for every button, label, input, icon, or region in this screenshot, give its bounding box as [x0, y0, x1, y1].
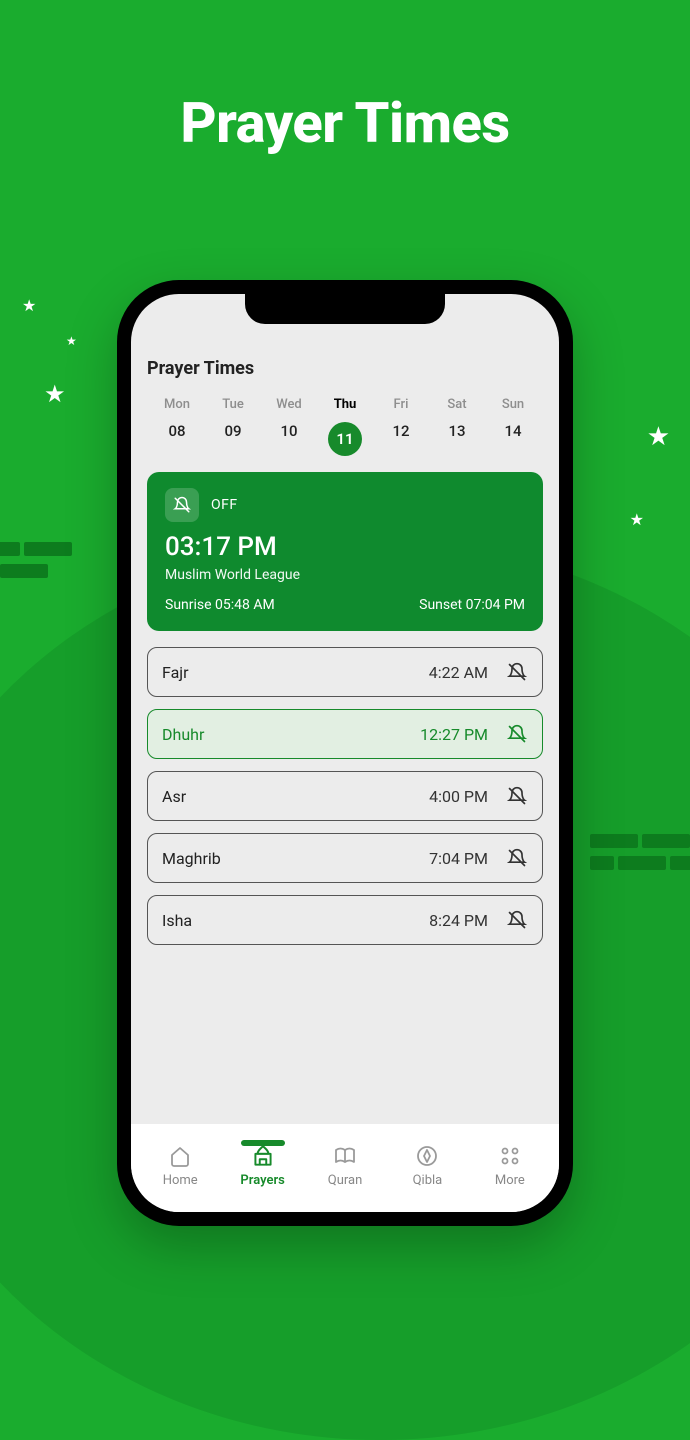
prayer-row[interactable]: Isha8:24 PM: [147, 895, 543, 945]
prayer-row[interactable]: Dhuhr12:27 PM: [147, 709, 543, 759]
day-selector: Mon 08Tue 09Wed 10Thu 11 Fri 12Sat 13Sun 14: [147, 397, 543, 468]
nav-label: Home: [139, 1173, 221, 1188]
nav-tab-prayers[interactable]: Prayers: [221, 1143, 303, 1188]
phone-frame: Prayer Times Mon 08Tue 09Wed 10Thu 11 Fri 12Sa…: [117, 280, 573, 1226]
day-number-label: 12: [373, 422, 429, 440]
prayer-name: Asr: [162, 787, 404, 806]
prayer-alarm-toggle[interactable]: [506, 786, 528, 806]
bell-off-icon: [507, 724, 527, 744]
bell-off-icon: [507, 848, 527, 868]
prayer-name: Dhuhr: [162, 725, 404, 744]
prayer-name: Isha: [162, 911, 404, 930]
day-number-label: 09: [205, 422, 261, 440]
day-of-week-label: Sun: [485, 397, 541, 412]
day-of-week-label: Thu: [317, 397, 373, 412]
nav-label: Qibla: [386, 1173, 468, 1188]
day-of-week-label: Fri: [373, 397, 429, 412]
day-selector-item[interactable]: Sun 14: [485, 397, 541, 456]
day-selector-item[interactable]: Fri 12: [373, 397, 429, 456]
prayer-list: Fajr4:22 AM Dhuhr12:27 PM Asr4:00 PM Maghri…: [147, 647, 543, 945]
day-number-label: 11: [328, 422, 362, 456]
nav-label: Prayers: [221, 1173, 303, 1188]
day-of-week-label: Tue: [205, 397, 261, 412]
phone-screen: Prayer Times Mon 08Tue 09Wed 10Thu 11 Fri 12Sa…: [131, 294, 559, 1212]
day-number-label: 13: [429, 422, 485, 440]
mosque-icon: [250, 1143, 276, 1169]
nav-label: More: [469, 1173, 551, 1188]
day-number-label: 08: [149, 422, 205, 440]
star-icon: ★: [44, 380, 66, 408]
promo-title: Prayer Times: [0, 90, 690, 156]
day-selector-item[interactable]: Mon 08: [149, 397, 205, 456]
prayer-name: Maghrib: [162, 849, 404, 868]
day-selector-item[interactable]: Sat 13: [429, 397, 485, 456]
more-icon: [498, 1144, 522, 1168]
current-time: 03:17 PM: [165, 532, 525, 563]
nav-tab-more[interactable]: More: [469, 1143, 551, 1188]
home-icon: [168, 1144, 192, 1168]
sunrise-label: Sunrise 05:48 AM: [165, 597, 275, 613]
brick-decoration: [0, 540, 74, 584]
bell-off-icon: [507, 786, 527, 806]
prayer-time: 8:24 PM: [404, 911, 488, 930]
day-of-week-label: Sat: [429, 397, 485, 412]
bell-off-icon: [507, 662, 527, 682]
bottom-navbar: HomePrayersQuranQiblaMore: [131, 1124, 559, 1212]
qibla-icon: [415, 1144, 439, 1168]
prayer-time: 7:04 PM: [404, 849, 488, 868]
calculation-method: Muslim World League: [165, 567, 525, 583]
nav-tab-quran[interactable]: Quran: [304, 1143, 386, 1188]
prayer-name: Fajr: [162, 663, 404, 682]
day-number-label: 10: [261, 422, 317, 440]
nav-label: Quran: [304, 1173, 386, 1188]
prayer-time: 4:00 PM: [404, 787, 488, 806]
prayer-alarm-toggle[interactable]: [506, 910, 528, 930]
day-selector-item[interactable]: Wed 10: [261, 397, 317, 456]
brick-decoration: [588, 832, 690, 876]
star-icon: ★: [647, 422, 670, 452]
prayer-time: 4:22 AM: [404, 663, 488, 682]
bell-off-icon: [507, 910, 527, 930]
day-number-label: 14: [485, 422, 541, 440]
alarm-toggle-button[interactable]: [165, 488, 199, 522]
alarm-state-label: OFF: [211, 497, 238, 513]
phone-notch: [245, 294, 445, 324]
current-prayer-card: OFF 03:17 PM Muslim World League Sunrise…: [147, 472, 543, 631]
page-title: Prayer Times: [147, 358, 543, 379]
prayer-time: 12:27 PM: [404, 725, 488, 744]
sunset-label: Sunset 07:04 PM: [419, 597, 525, 613]
bell-off-icon: [173, 496, 191, 514]
prayer-row[interactable]: Asr4:00 PM: [147, 771, 543, 821]
prayer-alarm-toggle[interactable]: [506, 724, 528, 744]
nav-tab-home[interactable]: Home: [139, 1143, 221, 1188]
day-of-week-label: Mon: [149, 397, 205, 412]
quran-icon: [332, 1144, 358, 1168]
day-selector-item[interactable]: Tue 09: [205, 397, 261, 456]
star-icon: ★: [630, 510, 644, 529]
prayer-row[interactable]: Fajr4:22 AM: [147, 647, 543, 697]
star-icon: ★: [66, 334, 77, 348]
nav-active-indicator: [241, 1140, 285, 1146]
prayer-alarm-toggle[interactable]: [506, 662, 528, 682]
day-selector-item[interactable]: Thu 11: [317, 397, 373, 456]
day-of-week-label: Wed: [261, 397, 317, 412]
prayer-alarm-toggle[interactable]: [506, 848, 528, 868]
nav-tab-qibla[interactable]: Qibla: [386, 1143, 468, 1188]
star-icon: ★: [22, 296, 36, 315]
prayer-row[interactable]: Maghrib7:04 PM: [147, 833, 543, 883]
